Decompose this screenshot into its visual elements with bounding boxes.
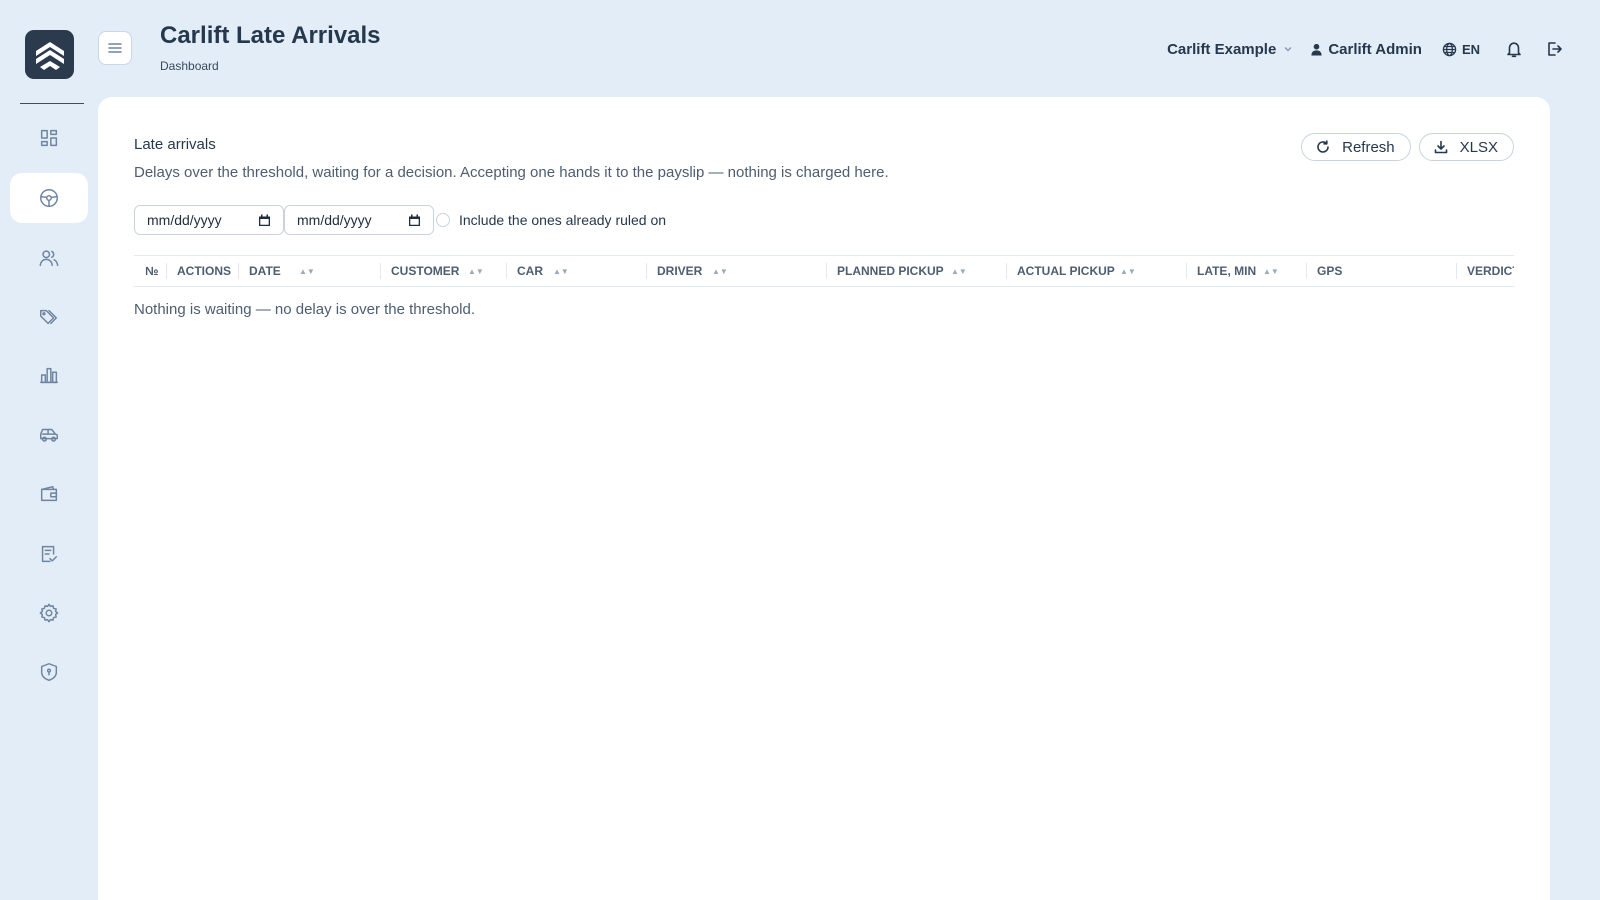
sort-icon[interactable]: ▲▼ bbox=[1120, 267, 1136, 276]
sidebar-item-tags[interactable] bbox=[10, 292, 88, 342]
calendar-icon[interactable] bbox=[408, 214, 421, 227]
sort-icon[interactable]: ▲▼ bbox=[468, 267, 484, 276]
empty-state-message: Nothing is waiting — no delay is over th… bbox=[134, 301, 476, 318]
sidebar bbox=[0, 0, 96, 900]
include-ruled-checkbox[interactable] bbox=[436, 213, 450, 227]
column-header-date[interactable]: DATE ▲▼ bbox=[238, 256, 315, 286]
sort-icon[interactable]: ▲▼ bbox=[1263, 267, 1279, 276]
globe-icon bbox=[1442, 42, 1457, 56]
column-header-customer[interactable]: CUSTOMER ▲▼ bbox=[380, 256, 484, 286]
sort-icon[interactable]: ▲▼ bbox=[951, 267, 967, 276]
logout-button[interactable] bbox=[1544, 39, 1564, 59]
hamburger-icon bbox=[108, 43, 122, 53]
include-ruled-toggle[interactable]: Include the ones already ruled on bbox=[436, 212, 666, 228]
date-to-placeholder: mm/dd/yyyy bbox=[297, 212, 372, 228]
column-header-planned-pickup[interactable]: PLANNED PICKUP ▲▼ bbox=[826, 256, 967, 286]
date-to-input[interactable]: mm/dd/yyyy bbox=[284, 205, 434, 235]
language-selector[interactable]: EN bbox=[1442, 42, 1480, 57]
section-description: Delays over the threshold, waiting for a… bbox=[134, 164, 889, 181]
steering-wheel-icon bbox=[40, 189, 58, 207]
user-icon bbox=[1311, 43, 1322, 56]
sidebar-item-settings[interactable] bbox=[10, 588, 88, 638]
sidebar-divider bbox=[20, 103, 84, 104]
company-name: Carlift Example bbox=[1167, 40, 1277, 58]
sort-icon[interactable]: ▲▼ bbox=[553, 267, 569, 276]
page-title: Carlift Late Arrivals bbox=[160, 22, 381, 49]
sidebar-item-wallet[interactable] bbox=[10, 469, 88, 519]
wallet-icon bbox=[40, 485, 58, 502]
sort-icon[interactable]: ▲▼ bbox=[299, 267, 315, 276]
calendar-icon[interactable] bbox=[258, 214, 271, 227]
refresh-button[interactable]: Refresh bbox=[1301, 133, 1411, 161]
car-icon bbox=[40, 428, 58, 442]
column-header-actions[interactable]: ACTIONS bbox=[166, 256, 231, 286]
include-ruled-label: Include the ones already ruled on bbox=[459, 212, 667, 228]
column-header-verdict[interactable]: VERDICT bbox=[1456, 256, 1514, 286]
sidebar-item-reports[interactable] bbox=[10, 350, 88, 400]
table-header: № ACTIONS DATE ▲▼ CUSTOMER ▲▼ CAR ▲▼ DRIVER… bbox=[134, 256, 1514, 286]
sort-icon[interactable]: ▲▼ bbox=[712, 267, 728, 276]
export-label: XLSX bbox=[1459, 138, 1498, 156]
users-icon bbox=[39, 250, 59, 267]
export-xlsx-button[interactable]: XLSX bbox=[1418, 133, 1514, 161]
tags-icon bbox=[40, 309, 58, 325]
dashboard-icon bbox=[40, 129, 58, 147]
bar-chart-icon bbox=[40, 367, 58, 384]
column-header-late-min[interactable]: LATE, MIN ▲▼ bbox=[1186, 256, 1279, 286]
user-menu[interactable]: Carlift Admin bbox=[1310, 41, 1422, 58]
date-from-input[interactable]: mm/dd/yyyy bbox=[134, 205, 284, 235]
checklist-icon bbox=[41, 545, 58, 563]
sidebar-item-security[interactable] bbox=[10, 647, 88, 697]
download-icon bbox=[1434, 140, 1447, 154]
sidebar-item-checklist[interactable] bbox=[10, 529, 88, 579]
sidebar-item-users[interactable] bbox=[10, 233, 88, 283]
bell-icon bbox=[1507, 42, 1521, 58]
card-actions: Refresh XLSX bbox=[1301, 133, 1514, 161]
date-from-placeholder: mm/dd/yyyy bbox=[147, 212, 222, 228]
filters-row: mm/dd/yyyy mm/dd/yyyy Include the ones a… bbox=[134, 205, 666, 235]
late-arrivals-table: № ACTIONS DATE ▲▼ CUSTOMER ▲▼ CAR ▲▼ DRIVER… bbox=[134, 255, 1514, 287]
sidebar-item-dashboard[interactable] bbox=[10, 113, 88, 163]
sidebar-item-cars[interactable] bbox=[10, 410, 88, 460]
logout-icon bbox=[1548, 42, 1562, 56]
chevron-down-icon bbox=[1284, 46, 1292, 52]
menu-toggle-button[interactable] bbox=[98, 31, 132, 65]
user-name: Carlift Admin bbox=[1328, 40, 1422, 58]
column-header-driver[interactable]: DRIVER ▲▼ bbox=[646, 256, 728, 286]
app-logo[interactable] bbox=[25, 30, 74, 79]
language-code: EN bbox=[1461, 41, 1480, 57]
section-title: Late arrivals bbox=[134, 136, 216, 153]
shield-icon bbox=[40, 663, 58, 681]
refresh-label: Refresh bbox=[1342, 138, 1395, 156]
notifications-button[interactable] bbox=[1504, 39, 1524, 59]
refresh-icon bbox=[1317, 140, 1329, 153]
column-header-gps[interactable]: GPS bbox=[1306, 256, 1342, 286]
logo-chevrons-icon bbox=[35, 41, 64, 70]
header-toolbar: Carlift Example Carlift Admin EN bbox=[1167, 36, 1564, 62]
breadcrumb[interactable]: Dashboard bbox=[160, 59, 219, 73]
sidebar-item-late-arrivals[interactable] bbox=[10, 173, 88, 223]
column-header-number[interactable]: № bbox=[134, 256, 158, 286]
main-card: Late arrivals Delays over the threshold,… bbox=[98, 97, 1550, 900]
company-selector[interactable]: Carlift Example bbox=[1167, 41, 1294, 58]
column-header-actual-pickup[interactable]: ACTUAL PICKUP ▲▼ bbox=[1006, 256, 1136, 286]
gear-icon bbox=[39, 603, 59, 623]
column-header-car[interactable]: CAR ▲▼ bbox=[506, 256, 569, 286]
